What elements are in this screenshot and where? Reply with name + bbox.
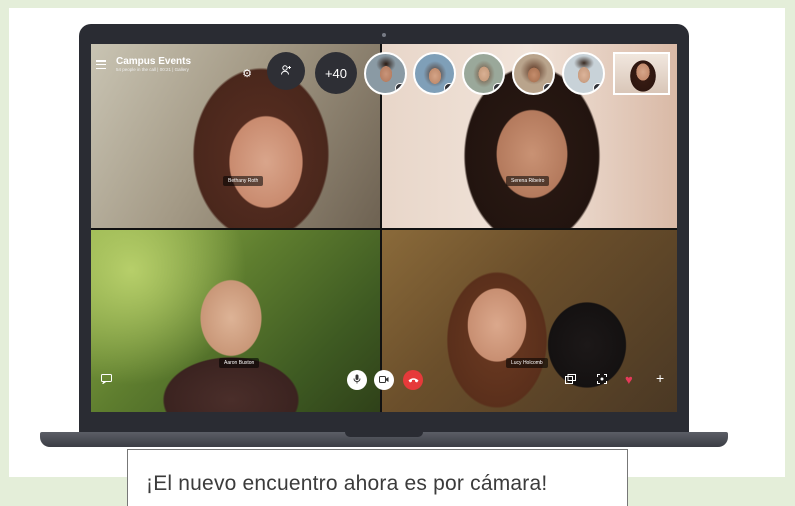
microphone-icon — [395, 83, 405, 93]
laptop-notch — [345, 432, 423, 437]
phone-hangup-icon — [408, 375, 419, 385]
self-preview[interactable] — [613, 52, 670, 95]
participant-avatar[interactable] — [364, 52, 407, 95]
hamburger-icon[interactable] — [96, 60, 106, 69]
more-participants-button[interactable]: +40 — [315, 52, 357, 94]
participant-avatar[interactable] — [413, 52, 456, 95]
microphone-icon — [353, 374, 361, 387]
webcam-dot — [382, 33, 386, 37]
participant-avatar[interactable] — [562, 52, 605, 95]
microphone-icon — [493, 83, 503, 93]
caption: ¡El nuevo encuentro ahora es por cámara! — [127, 449, 628, 506]
participant-avatar[interactable] — [512, 52, 555, 95]
video-tile-3[interactable]: Aaron Buxton — [91, 230, 380, 412]
chat-icon[interactable] — [101, 374, 112, 387]
screen-share-icon[interactable] — [565, 374, 576, 387]
focus-icon[interactable] — [597, 374, 607, 387]
add-people-button[interactable] — [267, 52, 305, 90]
video-call-screen: Bethany Roth Serena Ribeiro Aaron Buxton… — [91, 44, 677, 412]
participant-name-tag: Serena Ribeiro — [506, 176, 550, 186]
gear-icon[interactable]: ⚙ — [241, 68, 253, 80]
participant-avatar[interactable] — [462, 52, 505, 95]
participant-name-tag: Aaron Buxton — [219, 358, 260, 368]
participant-name-tag: Bethany Roth — [223, 176, 264, 186]
heart-icon[interactable]: ♥ — [625, 372, 633, 387]
mute-button[interactable] — [347, 370, 367, 390]
plus-icon[interactable]: + — [656, 370, 664, 386]
add-person-icon — [280, 64, 292, 79]
call-subtitle: 54 people in the call | 00:21 | Gallery — [116, 67, 189, 72]
participant-video — [91, 230, 380, 412]
microphone-icon — [543, 83, 553, 93]
call-title: Campus Events — [116, 56, 192, 67]
call-header: Campus Events 54 people in the call | 00… — [96, 56, 191, 73]
microphone-icon — [593, 83, 603, 93]
video-toggle-button[interactable] — [374, 370, 394, 390]
microphone-icon — [444, 83, 454, 93]
video-camera-icon — [379, 375, 389, 385]
participant-name-tag: Lucy Holcomb — [506, 358, 548, 368]
hang-up-button[interactable] — [403, 370, 423, 390]
